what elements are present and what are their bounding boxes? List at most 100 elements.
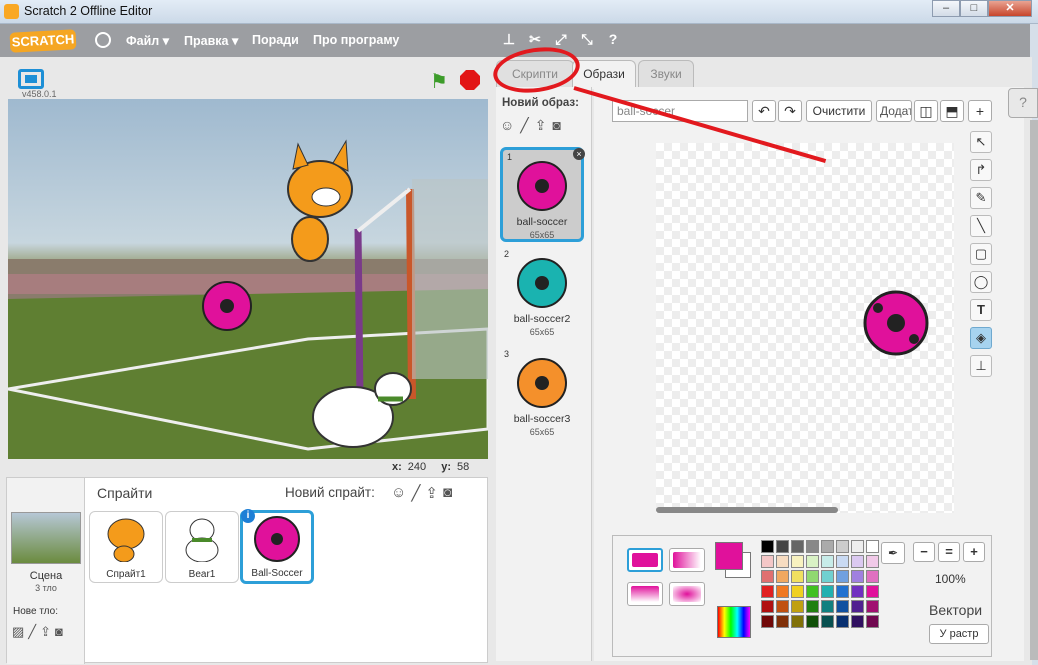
set-center-icon[interactable]: + [968,100,992,122]
line-icon[interactable]: ╲ [970,215,992,237]
color-swatch[interactable] [806,555,819,568]
delete-costume-icon[interactable]: × [573,148,585,160]
flip-horizontal-icon[interactable]: ◫ [914,100,938,122]
sprite-tile-ball[interactable]: i Ball-Soccer [240,509,314,584]
color-swatch[interactable] [851,615,864,628]
zoom-in-icon[interactable]: + [963,542,985,562]
solid-fill-option[interactable] [627,548,663,572]
cut-scissors-icon[interactable]: ✂ [526,30,544,48]
pencil-icon[interactable]: ✎ [970,187,992,209]
minimize-button[interactable]: – [932,0,960,17]
flip-vertical-icon[interactable]: ⬒ [940,100,964,122]
green-flag-icon[interactable]: ⚑ [430,69,448,94]
vertical-gradient-option[interactable] [627,582,663,606]
color-swatch[interactable] [821,570,834,583]
color-swatch[interactable] [776,555,789,568]
color-swatch[interactable] [836,570,849,583]
color-swatch[interactable] [821,600,834,613]
color-swatch[interactable] [821,585,834,598]
zoom-out-icon[interactable]: − [913,542,935,562]
maximize-button[interactable]: □ [960,0,988,17]
color-swatch[interactable] [866,600,879,613]
redo-icon[interactable]: ↷ [778,100,802,122]
color-swatch[interactable] [866,540,879,553]
duplicate-icon[interactable]: ⊥ [970,355,992,377]
ball-sprite[interactable] [202,281,252,331]
color-swatch[interactable] [866,615,879,628]
horizontal-gradient-option[interactable] [669,548,705,572]
zoom-reset-icon[interactable]: = [938,542,960,562]
color-swatch[interactable] [791,600,804,613]
color-swatch[interactable] [821,615,834,628]
sprite-tile-bear[interactable]: Bear1 [165,511,239,583]
backdrop-camera-icon[interactable]: ◙ [55,624,63,640]
sprite-tile-cat[interactable]: Спрайт1 [89,511,163,583]
stop-icon[interactable] [460,70,480,90]
color-swatch[interactable] [761,555,774,568]
color-swatch[interactable] [806,615,819,628]
color-picker-spectrum[interactable] [717,606,751,638]
backdrop-library-icon[interactable]: ▨ [12,624,24,640]
close-button[interactable]: ✕ [988,0,1032,17]
color-swatch[interactable] [791,585,804,598]
color-swatch[interactable] [761,540,774,553]
sprite-library-icon[interactable]: ☺ [391,484,406,502]
backdrop-upload-icon[interactable]: ⇪ [40,624,51,640]
info-icon[interactable]: i [241,509,255,523]
color-swatch[interactable] [866,585,879,598]
color-swatch[interactable] [761,585,774,598]
paint-canvas[interactable] [656,143,954,513]
fill-bucket-icon[interactable]: ◈ [970,327,992,349]
grow-icon[interactable]: ⤢ [552,30,570,48]
color-swatch[interactable] [836,615,849,628]
rectangle-icon[interactable]: ▢ [970,243,992,265]
tab-costumes[interactable]: Образи [572,60,636,89]
color-swatch[interactable] [806,600,819,613]
costume-camera-icon[interactable]: ◙ [552,117,560,134]
costume-library-icon[interactable]: ☺ [500,117,514,134]
menu-about[interactable]: Про програму [313,33,399,47]
color-swatch[interactable] [851,585,864,598]
backdrop-paint-icon[interactable]: ╱ [28,624,36,640]
menu-edit[interactable]: Правка ▾ [184,33,238,48]
color-swatch[interactable] [806,585,819,598]
menu-file[interactable]: Файл ▾ [126,33,169,48]
costume-item[interactable]: 1 × ball-soccer 65x65 [500,147,585,242]
sprite-camera-icon[interactable]: ◙ [443,484,452,502]
add-button[interactable]: Додати [876,100,912,122]
window-vertical-scrollbar[interactable] [1030,120,1038,660]
scene-thumbnail[interactable] [11,512,81,564]
color-swatch[interactable] [776,600,789,613]
color-swatch[interactable] [851,570,864,583]
color-swatch[interactable] [851,555,864,568]
canvas-horizontal-scrollbar[interactable] [656,505,954,515]
costume-item[interactable]: 2 ball-soccer2 65x65 [500,247,584,342]
color-swatch[interactable] [776,540,789,553]
clear-button[interactable]: Очистити [806,100,872,122]
color-swatch[interactable] [836,540,849,553]
shrink-icon[interactable]: ⤡ [578,30,596,48]
radial-gradient-option[interactable] [669,582,705,606]
color-swatch[interactable] [836,585,849,598]
color-swatch[interactable] [851,540,864,553]
color-swatch[interactable] [761,570,774,583]
color-swatch[interactable] [791,540,804,553]
menu-tips[interactable]: Поради [252,33,299,47]
color-swatch[interactable] [806,540,819,553]
color-swatch[interactable] [791,555,804,568]
color-swatch[interactable] [836,555,849,568]
color-swatch[interactable] [791,570,804,583]
sprite-paint-icon[interactable]: ╱ [411,484,420,502]
color-swatch[interactable] [776,615,789,628]
costume-paint-icon[interactable]: ╱ [520,117,528,134]
help-question-icon[interactable]: ? [604,30,622,48]
language-globe-icon[interactable] [95,32,111,48]
color-swatch[interactable] [776,570,789,583]
undo-icon[interactable]: ↶ [752,100,776,122]
convert-to-bitmap-button[interactable]: У растр [929,624,989,644]
color-swatch[interactable] [836,600,849,613]
cat-sprite[interactable] [287,139,353,262]
stage[interactable] [8,99,488,459]
color-swatch[interactable] [776,585,789,598]
duplicate-stamp-icon[interactable]: ⊥ [500,30,518,48]
